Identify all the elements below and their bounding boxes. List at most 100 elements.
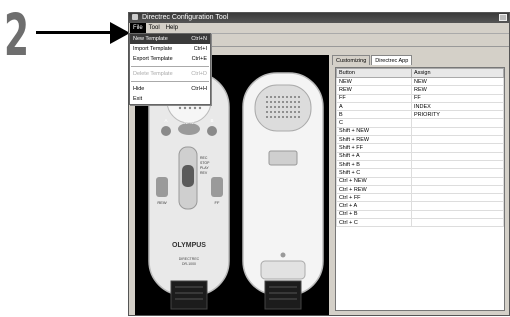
button-cell[interactable]: Ctrl + NEW: [336, 176, 412, 186]
button-cell[interactable]: Ctrl + REW: [336, 184, 412, 195]
assign-cell[interactable]: REW: [411, 85, 504, 95]
assign-cell[interactable]: NEW: [411, 76, 504, 87]
device-front-cable: [170, 280, 208, 310]
button-cell[interactable]: Ctrl + C: [336, 218, 412, 228]
button-cell[interactable]: Shift + A: [336, 151, 412, 161]
app-window: Directrec Configuration Tool File Tool H…: [128, 12, 510, 316]
table-row[interactable]: Ctrl + C: [336, 218, 504, 228]
button-cell[interactable]: Shift + B: [336, 159, 412, 170]
button-cell[interactable]: Ctrl + A: [336, 201, 412, 211]
assignment-panel: Customizing Directrec App Button Assign …: [332, 55, 508, 315]
device-label-new: NEW: [184, 120, 194, 125]
assign-cell[interactable]: [411, 201, 504, 211]
button-assign-grid: Button Assign NEW NEW REW REW FF FF A INDEX B PRI…: [335, 67, 505, 311]
file-menu-item[interactable]: New Template Ctrl+N: [130, 34, 210, 44]
device-model-line2: DR-1000: [182, 262, 196, 266]
device-label-rew: REW: [157, 200, 167, 205]
table-row[interactable]: Shift + B: [336, 159, 504, 170]
button-cell[interactable]: Shift + REW: [336, 135, 412, 145]
device-back-cable: [264, 280, 302, 310]
table-row[interactable]: Ctrl + A: [336, 201, 504, 211]
file-menu-item[interactable]: Exit: [130, 94, 210, 104]
assign-cell[interactable]: [411, 135, 504, 145]
assign-cell[interactable]: [411, 176, 504, 186]
table-row[interactable]: C: [336, 118, 504, 128]
file-menu-item: Delete Template Ctrl+D: [130, 69, 210, 79]
table-row[interactable]: Shift + C: [336, 168, 504, 178]
button-cell[interactable]: NEW: [336, 76, 412, 87]
device-switch-rec: REC: [200, 156, 208, 160]
table-row[interactable]: Ctrl + NEW: [336, 176, 504, 186]
menu-item-label: Hide: [133, 86, 145, 92]
menu-separator: [131, 66, 209, 67]
menu-item-shortcut: Ctrl+H: [191, 86, 207, 92]
button-cell[interactable]: Ctrl + B: [336, 209, 412, 220]
device-switch-rev: REV: [200, 171, 208, 175]
button-cell[interactable]: REW: [336, 85, 412, 95]
tab-customizing[interactable]: Customizing: [332, 55, 371, 65]
button-cell[interactable]: Shift + C: [336, 168, 412, 178]
table-row[interactable]: NEW NEW: [336, 76, 504, 87]
menu-help[interactable]: Help: [163, 23, 181, 33]
table-row[interactable]: FF FF: [336, 93, 504, 103]
device-b-button: [207, 126, 217, 136]
file-menu-item[interactable]: Hide Ctrl+H: [130, 84, 210, 94]
column-header-assign[interactable]: Assign: [411, 68, 504, 78]
table-row[interactable]: Shift + REW: [336, 135, 504, 145]
table-row[interactable]: Ctrl + FF: [336, 193, 504, 203]
menu-file[interactable]: File: [130, 23, 146, 33]
assign-cell[interactable]: [411, 126, 504, 137]
title-bar: Directrec Configuration Tool: [129, 13, 509, 23]
table-row[interactable]: REW REW: [336, 85, 504, 95]
file-menu-dropdown: New Template Ctrl+N Import Template Ctrl+I E…: [129, 33, 211, 105]
assign-cell[interactable]: [411, 184, 504, 195]
assign-cell[interactable]: INDEX: [411, 101, 504, 112]
table-row[interactable]: Shift + NEW: [336, 126, 504, 137]
device-label-a: A: [164, 118, 167, 123]
device-rew-button: [156, 177, 168, 197]
file-menu-item[interactable]: Export Template Ctrl+E: [130, 54, 210, 64]
window-control-button[interactable]: [499, 14, 507, 21]
device-switch-stop: STOP: [200, 161, 210, 165]
grid-header-row: Button Assign: [336, 68, 504, 78]
assign-cell[interactable]: [411, 168, 504, 178]
assign-cell[interactable]: PRIORITY: [411, 110, 504, 120]
assign-cell[interactable]: [411, 143, 504, 153]
column-header-button[interactable]: Button: [336, 68, 412, 78]
table-row[interactable]: Ctrl + REW: [336, 184, 504, 195]
table-row[interactable]: A INDEX: [336, 101, 504, 112]
menu-item-label: Exit: [133, 96, 143, 102]
tab-directrec-app[interactable]: Directrec App: [371, 55, 413, 65]
button-cell[interactable]: A: [336, 101, 412, 112]
assign-cell[interactable]: [411, 118, 504, 128]
menu-item-label: Export Template: [133, 56, 173, 62]
assign-cell[interactable]: FF: [411, 93, 504, 103]
window-title: Directrec Configuration Tool: [141, 14, 229, 21]
menu-item-shortcut: Ctrl+I: [193, 46, 207, 52]
assign-cell[interactable]: [411, 218, 504, 228]
device-ff-button: [211, 177, 223, 197]
step-number: 2: [4, 1, 30, 69]
button-cell[interactable]: Shift + NEW: [336, 126, 412, 137]
menu-item-shortcut: Ctrl+N: [191, 36, 207, 42]
menu-item-label: New Template: [133, 36, 168, 42]
table-row[interactable]: Shift + FF: [336, 143, 504, 153]
device-model-line1: DIRECTREC: [179, 257, 200, 261]
menu-tool[interactable]: Tool: [146, 23, 163, 33]
menu-separator: [131, 81, 209, 82]
assign-cell[interactable]: [411, 159, 504, 170]
table-row[interactable]: Ctrl + B: [336, 209, 504, 220]
assign-cell[interactable]: [411, 193, 504, 203]
device-label-ff: FF: [215, 200, 220, 205]
button-cell[interactable]: Shift + FF: [336, 143, 412, 153]
assign-cell[interactable]: [411, 151, 504, 161]
button-cell[interactable]: Ctrl + FF: [336, 193, 412, 203]
button-cell[interactable]: B: [336, 110, 412, 120]
device-switch-play: PLAY: [200, 166, 209, 170]
table-row[interactable]: B PRIORITY: [336, 110, 504, 120]
file-menu-item[interactable]: Import Template Ctrl+I: [130, 44, 210, 54]
assign-cell[interactable]: [411, 209, 504, 220]
button-cell[interactable]: C: [336, 118, 412, 128]
button-cell[interactable]: FF: [336, 93, 412, 103]
table-row[interactable]: Shift + A: [336, 151, 504, 161]
